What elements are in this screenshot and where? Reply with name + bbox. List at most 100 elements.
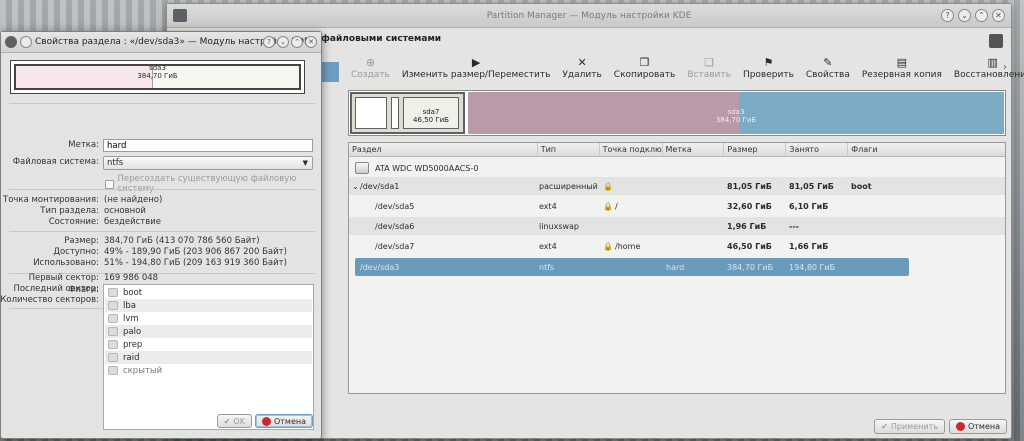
dialog-maximize-button[interactable]: ⌃ — [291, 36, 303, 48]
flag-item[interactable]: palo — [105, 325, 312, 338]
ok-button[interactable]: ✔ OK — [216, 414, 252, 428]
info-key: Точка монтирования: — [3, 195, 99, 205]
dialog-help-button[interactable]: ? — [263, 36, 275, 48]
recreate-fs-checkbox[interactable]: Пересоздать существующую файловую систем… — [105, 174, 321, 194]
main-window-title: Partition Manager — Модуль настройки KDE — [486, 10, 692, 21]
column-partition[interactable]: Раздел — [349, 143, 538, 156]
partition-row[interactable]: /dev/sda7 ext4 🔒/home 46,50 ГиБ 1,66 ГиБ — [349, 237, 1005, 255]
toolbar-button-1[interactable]: ▶ Изменить размер/Переместить — [396, 56, 557, 86]
toolbar-button-5[interactable]: ⚑ Проверить — [737, 56, 800, 86]
sizes-key: Использовано: — [33, 258, 99, 268]
toolbar-icon-1: ▶ — [471, 56, 481, 69]
column-flags[interactable]: Флаги — [848, 143, 1005, 156]
toolbar-icon-2: ✕ — [577, 56, 587, 69]
help-button[interactable]: ? — [941, 9, 954, 22]
minimize-button[interactable]: ⌄ — [958, 9, 971, 22]
partition-row[interactable]: /dev/sda5 ext4 🔒/ 32,60 ГиБ 6,10 ГиБ — [349, 197, 1005, 215]
flag-item[interactable]: lba — [105, 299, 312, 312]
toolbar-button-8[interactable]: ▥ Восстановление — [948, 56, 1024, 86]
toolbar-overflow-icon[interactable]: › — [1003, 62, 1007, 73]
flag-checkbox[interactable] — [108, 366, 118, 375]
column-type[interactable]: Тип — [538, 143, 600, 156]
dialog-pin-icon[interactable] — [20, 36, 32, 48]
dialog-cancel-button[interactable]: Отмена — [254, 414, 313, 428]
toolbar-icon-6: ✎ — [823, 56, 833, 69]
flag-item[interactable]: prep — [105, 338, 312, 351]
flag-item[interactable]: boot — [105, 286, 312, 299]
flag-checkbox[interactable] — [108, 288, 118, 297]
tree-device-row[interactable]: ATA WDC WD5000AACS-0 — [349, 159, 1005, 177]
column-used[interactable]: Занято — [786, 143, 849, 156]
partition-mountpoint: /home — [615, 241, 641, 251]
partition-size: 81,05 ГиБ — [727, 181, 772, 191]
check-icon: ✔ — [223, 416, 231, 426]
sectors-value: 169 986 048 — [104, 273, 159, 283]
dialog-minimize-button[interactable]: ⌄ — [277, 36, 289, 48]
flag-checkbox[interactable] — [108, 314, 118, 323]
graph-extended-partition[interactable]: sda7 46,50 ГиБ — [350, 92, 465, 134]
toolbar-button-3[interactable]: ❐ Скопировать — [608, 56, 682, 86]
toolbar-button-4[interactable]: ❏ Вставить — [681, 56, 737, 86]
partition-name: /dev/sda3 — [360, 262, 400, 272]
info-key: Тип раздела: — [40, 206, 99, 216]
graph-sda6[interactable] — [391, 97, 399, 129]
label-input[interactable] — [103, 139, 313, 152]
column-label[interactable]: Метка — [663, 143, 725, 156]
flag-label: скрытый — [123, 365, 163, 376]
partition-tree[interactable]: Раздел Тип Точка подключ Метка Размер За… — [348, 142, 1006, 394]
close-button[interactable]: ✕ — [992, 9, 1005, 22]
partition-name: /dev/sda1 — [360, 181, 400, 191]
partition-properties-dialog: Свойства раздела : «/dev/sda3» — Модуль … — [0, 31, 322, 439]
column-size[interactable]: Размер — [724, 143, 787, 156]
sizes-value: 51% - 194,80 ГиБ (209 163 919 360 Байт) — [104, 258, 287, 268]
info-row: Состояние: бездействие — [1, 216, 323, 230]
graph-sda7[interactable]: sda7 46,50 ГиБ — [403, 97, 459, 129]
flag-label: lvm — [123, 313, 139, 324]
graph-sda5[interactable] — [355, 97, 387, 129]
filesystem-value: ntfs — [107, 158, 124, 168]
flag-checkbox[interactable] — [108, 340, 118, 349]
filesystem-caption: Файловая система: — [12, 157, 99, 167]
main-cancel-button[interactable]: Отмена — [948, 419, 1007, 434]
cancel-icon — [261, 416, 271, 426]
dialog-graph-size: 384,70 ГиБ — [137, 72, 178, 80]
flag-checkbox[interactable] — [108, 301, 118, 310]
partition-row[interactable]: ⌄/dev/sda1 расширенный 🔒 81,05 ГиБ 81,05 ГиБ… — [349, 177, 1005, 195]
partition-size: 384,70 ГиБ — [727, 262, 774, 272]
flag-checkbox[interactable] — [108, 353, 118, 362]
partition-type: ntfs — [539, 262, 555, 272]
dialog-partition-graph: sda3 384,70 ГиБ — [10, 60, 305, 94]
flags-list[interactable]: boot lba lvm palo prep raid скрытый — [103, 284, 314, 430]
toolbar-button-6[interactable]: ✎ Свойства — [800, 56, 856, 86]
apply-button[interactable]: ✔ Применить — [874, 419, 945, 434]
flag-item[interactable]: скрытый — [105, 364, 312, 377]
partition-type: linuxswap — [539, 221, 580, 231]
hard-drive-icon — [355, 162, 369, 174]
flag-label: palo — [123, 326, 142, 337]
partition-row[interactable]: /dev/sda3 ntfs hard 384,70 ГиБ 194,80 ГиБ — [355, 258, 909, 276]
graph-sda7-name: sda7 — [422, 108, 440, 116]
checkbox-box[interactable] — [105, 179, 114, 189]
filesystem-select[interactable]: ntfs ▼ — [103, 156, 313, 170]
toolbar-button-7[interactable]: ▤ Резервная копия — [856, 56, 948, 86]
lock-icon: 🔒 — [603, 241, 613, 251]
partition-size: 46,50 ГиБ — [727, 241, 772, 251]
flag-item[interactable]: raid — [105, 351, 312, 364]
toolbar-button-0[interactable]: ⊕ Создать — [345, 56, 396, 86]
dialog-close-button[interactable]: ✕ — [305, 36, 317, 48]
toolbar-icon-0: ⊕ — [365, 56, 376, 69]
column-mountpoint[interactable]: Точка подключ — [600, 143, 663, 156]
partition-row[interactable]: /dev/sda6 linuxswap 1,96 ГиБ --- — [349, 217, 1005, 235]
flag-item[interactable]: lvm — [105, 312, 312, 325]
graph-sda3[interactable]: sda3 384,70 ГиБ — [468, 92, 1004, 134]
toolbar-button-2[interactable]: ✕ Удалить — [556, 56, 607, 86]
partition-size: 1,96 ГиБ — [727, 221, 767, 231]
partition-used: 81,05 ГиБ — [789, 181, 834, 191]
flag-checkbox[interactable] — [108, 327, 118, 336]
expand-arrow-icon[interactable]: ⌄ — [352, 182, 359, 191]
dialog-titlebar[interactable]: Свойства раздела : «/dev/sda3» — Модуль … — [1, 32, 321, 53]
maximize-button[interactable]: ⌃ — [975, 9, 988, 22]
partition-used: 1,66 ГиБ — [789, 241, 829, 251]
dialog-app-icon[interactable] — [5, 36, 17, 48]
main-titlebar[interactable]: Partition Manager — Модуль настройки KDE… — [167, 4, 1011, 28]
